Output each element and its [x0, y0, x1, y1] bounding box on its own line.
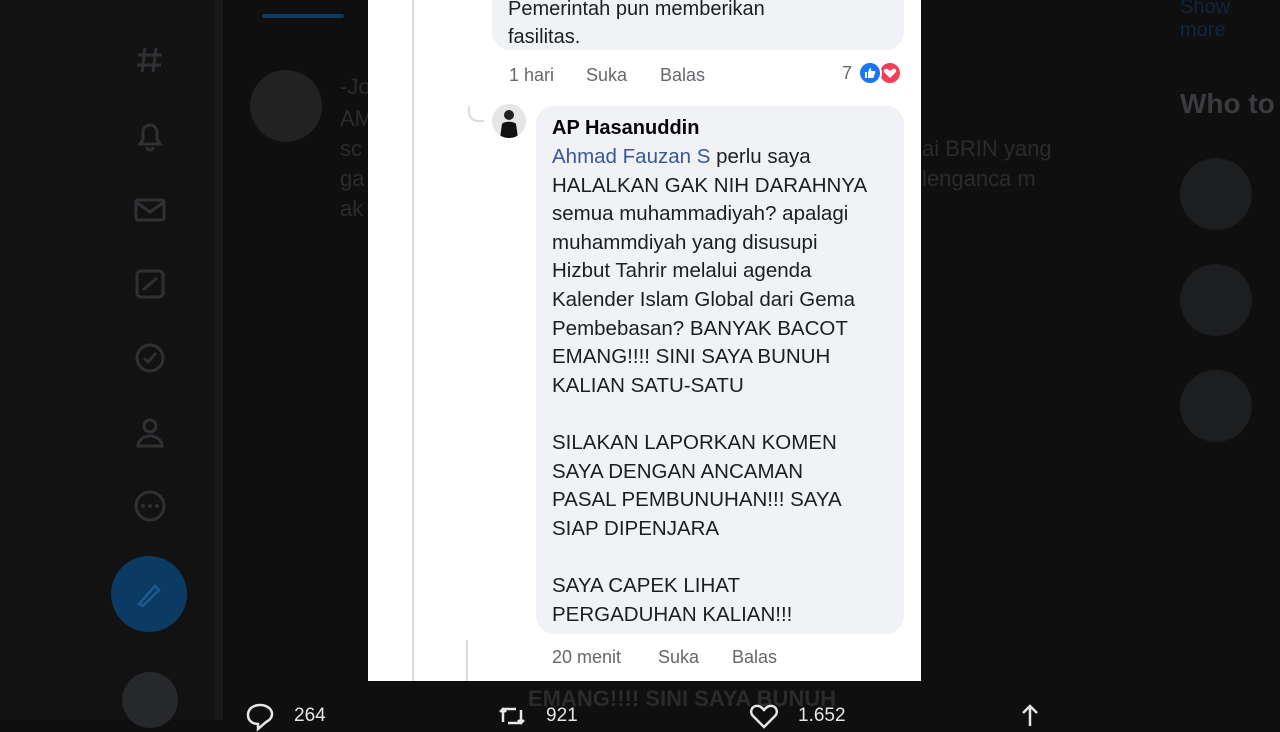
- reply-author-avatar[interactable]: [492, 104, 526, 138]
- more-options-icon[interactable]: [132, 488, 168, 524]
- verified-check-icon[interactable]: [132, 340, 168, 376]
- reply-text: Ahmad Fauzan S perlu saya HALALKAN GAK N…: [552, 143, 897, 629]
- reply-count[interactable]: 264: [244, 700, 326, 732]
- retweet-icon: [499, 707, 525, 725]
- retweet-count[interactable]: 921: [496, 700, 578, 732]
- reply-reply-button[interactable]: Balas: [732, 647, 777, 668]
- feed-text-line: ga: [340, 166, 365, 191]
- reply-count-value: 264: [294, 705, 326, 726]
- compose-post-button[interactable]: [111, 556, 187, 632]
- post-author-avatar[interactable]: [250, 70, 322, 142]
- reaction-icons[interactable]: [858, 61, 906, 85]
- suggested-user-avatar[interactable]: [1180, 370, 1252, 442]
- reaction-count[interactable]: 7: [842, 63, 852, 84]
- messages-envelope-icon[interactable]: [132, 192, 168, 228]
- comment-text: Pemerintah pun memberikan fasilitas.: [508, 0, 765, 51]
- comment-reply-button[interactable]: Balas: [660, 65, 705, 86]
- feed-text-line: ak: [340, 196, 364, 221]
- comment-bubble: Pemerintah pun memberikan fasilitas.: [492, 0, 904, 50]
- background-divider: [215, 0, 223, 720]
- reply-bubble: AP Hasanuddin Ahmad Fauzan S perlu saya …: [536, 106, 904, 634]
- reply-time: 20 menit: [552, 647, 622, 667]
- feed-text-line: sc: [340, 136, 362, 161]
- thread-line: [466, 640, 468, 681]
- suggested-user-avatar[interactable]: [1180, 264, 1252, 336]
- thread-line: [412, 0, 414, 681]
- heart-icon: [749, 704, 779, 729]
- comment-screenshot: Pemerintah pun memberikan fasilitas. 1 h…: [368, 0, 921, 681]
- like-count-value: 1.652: [798, 705, 846, 726]
- comment-like-button[interactable]: Suka: [586, 65, 627, 86]
- reply-author-name[interactable]: AP Hasanuddin: [552, 117, 699, 140]
- comment-text-line: Pemerintah pun memberikan: [508, 0, 765, 20]
- feed-text-right: ai BRIN yang: [922, 136, 1052, 161]
- background-left-strip: [0, 0, 215, 720]
- reply-connector: [468, 106, 484, 122]
- active-tab-indicator: [262, 14, 344, 18]
- reply-bubble-icon: [246, 703, 274, 732]
- reply-body: perlu saya HALALKAN GAK NIH DARAHNYA sem…: [552, 145, 868, 626]
- like-count[interactable]: 1.652: [748, 700, 846, 732]
- comment-time: 1 hari: [509, 65, 555, 85]
- comment-text-line: fasilitas.: [508, 26, 581, 48]
- feed-text-right: lenganca m: [922, 166, 1036, 191]
- share-upload-icon: [1022, 704, 1038, 726]
- explore-hashtag-icon[interactable]: [132, 42, 168, 78]
- share-button[interactable]: [1014, 700, 1064, 732]
- compose-feather-icon: [136, 584, 161, 608]
- profile-person-icon[interactable]: [132, 414, 168, 450]
- like-reaction-icon: [858, 61, 882, 85]
- suggested-user-avatar[interactable]: [1180, 158, 1252, 230]
- notifications-bell-icon[interactable]: [132, 118, 168, 154]
- mention-link[interactable]: Ahmad Fauzan S: [552, 145, 710, 168]
- feed-text-line: -Jo: [340, 74, 371, 99]
- who-to-follow-heading: Who to: [1180, 88, 1275, 119]
- grok-icon[interactable]: [132, 266, 168, 302]
- show-more-link[interactable]: Show more: [1180, 0, 1280, 42]
- reply-like-button[interactable]: Suka: [658, 647, 699, 668]
- retweet-count-value: 921: [546, 705, 578, 726]
